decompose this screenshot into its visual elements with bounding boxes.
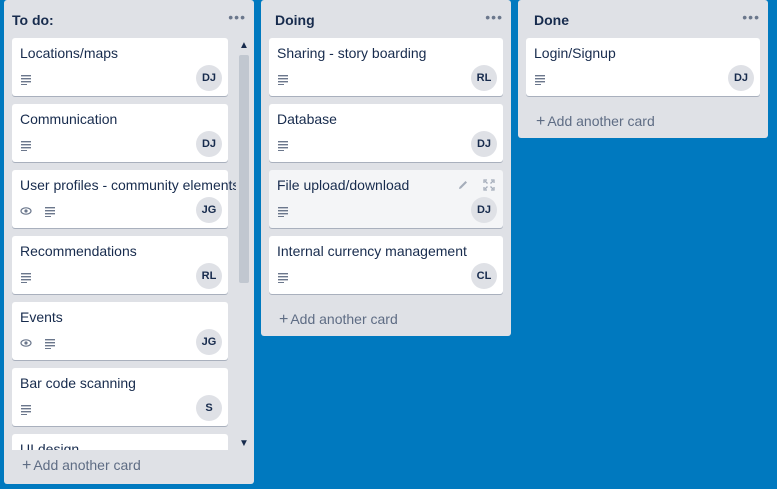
plus-icon: + <box>22 457 32 474</box>
member-avatar[interactable]: DJ <box>196 131 222 157</box>
member-avatar[interactable]: DJ <box>728 65 754 91</box>
card-badges <box>20 71 32 85</box>
card-badges <box>277 203 289 217</box>
card[interactable]: Locations/maps DJ <box>12 38 228 96</box>
card-title: Recommendations <box>20 243 137 259</box>
description-icon <box>20 402 32 415</box>
card-title: User profiles - community elements <box>20 177 236 193</box>
description-icon <box>277 204 289 217</box>
description-icon <box>20 72 32 85</box>
edit-icon[interactable] <box>457 178 469 190</box>
list-menu-icon[interactable]: ••• <box>228 9 246 25</box>
card-badges <box>534 71 546 85</box>
card-actions <box>457 178 495 191</box>
card-badges <box>20 335 56 349</box>
card-title: Database <box>277 111 337 127</box>
card-title: Communication <box>20 111 118 127</box>
member-avatar[interactable]: RL <box>471 65 497 91</box>
card-title: Internal currency management <box>277 243 467 259</box>
list-menu-icon[interactable]: ••• <box>742 9 760 25</box>
card-list: Locations/maps DJ Communication DJ User prof… <box>4 38 236 450</box>
card[interactable]: Internal currency management CL <box>269 236 503 294</box>
card-title: Sharing - story boarding <box>277 45 427 61</box>
scrollbar[interactable]: ▲ ▼ <box>237 39 251 451</box>
watch-icon <box>20 336 32 348</box>
card[interactable]: File upload/download DJ <box>269 170 503 228</box>
card-badges <box>277 137 289 151</box>
card-title: Locations/maps <box>20 45 119 61</box>
member-avatar[interactable]: DJ <box>196 65 222 91</box>
description-icon <box>277 270 289 283</box>
member-avatar[interactable]: JG <box>196 329 222 355</box>
scroll-thumb[interactable] <box>239 55 249 283</box>
card-badges <box>20 203 56 217</box>
list-header: Done ••• <box>518 0 768 38</box>
member-avatar[interactable]: JG <box>196 197 222 223</box>
list-title[interactable]: Doing <box>275 12 315 28</box>
add-card-button[interactable]: + Add another card <box>12 452 246 480</box>
list-title[interactable]: Done <box>534 12 569 28</box>
member-avatar[interactable]: S <box>196 395 222 421</box>
card[interactable]: Login/Signup DJ <box>526 38 760 96</box>
card-list: Sharing - story boarding RL Database DJ File… <box>261 38 511 302</box>
add-card-button[interactable]: + Add another card <box>269 306 503 334</box>
plus-icon: + <box>279 311 289 328</box>
list-menu-icon[interactable]: ••• <box>485 9 503 25</box>
card[interactable]: Database DJ <box>269 104 503 162</box>
add-card-label: Add another card <box>290 311 398 327</box>
description-icon <box>277 138 289 151</box>
member-avatar[interactable]: RL <box>196 263 222 289</box>
list-to-do: To do: ••• Locations/maps DJ Communication… <box>4 0 254 484</box>
add-card-label: Add another card <box>33 457 141 473</box>
card-list: Login/Signup DJ <box>518 38 768 104</box>
card[interactable]: Recommendations RL <box>12 236 228 294</box>
member-avatar[interactable]: DJ <box>471 197 497 223</box>
scroll-down-icon[interactable]: ▼ <box>237 437 251 451</box>
card-title: Login/Signup <box>534 45 616 61</box>
card-title: Events <box>20 309 63 325</box>
list-doing: Doing ••• Sharing - story boarding RL Data… <box>261 0 511 336</box>
description-icon <box>277 72 289 85</box>
card-title: File upload/download <box>277 177 410 193</box>
card[interactable]: Bar code scanning S <box>12 368 228 426</box>
watch-icon <box>20 204 32 216</box>
description-icon <box>44 204 56 217</box>
member-avatar[interactable]: DJ <box>471 131 497 157</box>
card-badges <box>20 401 32 415</box>
list-header: To do: ••• <box>4 0 254 38</box>
card-title: Bar code scanning <box>20 375 136 391</box>
card-badges <box>20 269 32 283</box>
card[interactable]: UI design <box>12 434 228 450</box>
card[interactable]: User profiles - community elements JG <box>12 170 236 228</box>
card[interactable]: Sharing - story boarding RL <box>269 38 503 96</box>
card[interactable]: Communication DJ <box>12 104 228 162</box>
member-avatar[interactable]: CL <box>471 263 497 289</box>
card[interactable]: Events JG <box>12 302 228 360</box>
list-header: Doing ••• <box>261 0 511 38</box>
card-badges <box>277 269 289 283</box>
card-badges <box>20 137 32 151</box>
scroll-up-icon[interactable]: ▲ <box>237 39 251 53</box>
list-done: Done ••• Login/Signup DJ + Add another car… <box>518 0 768 138</box>
description-icon <box>44 336 56 349</box>
plus-icon: + <box>536 113 546 130</box>
card-title: UI design <box>20 441 80 450</box>
add-card-label: Add another card <box>547 113 655 129</box>
list-title[interactable]: To do: <box>12 12 54 28</box>
expand-icon[interactable] <box>483 178 495 191</box>
description-icon <box>534 72 546 85</box>
add-card-button[interactable]: + Add another card <box>526 108 760 136</box>
description-icon <box>20 138 32 151</box>
description-icon <box>20 270 32 283</box>
card-badges <box>277 71 289 85</box>
